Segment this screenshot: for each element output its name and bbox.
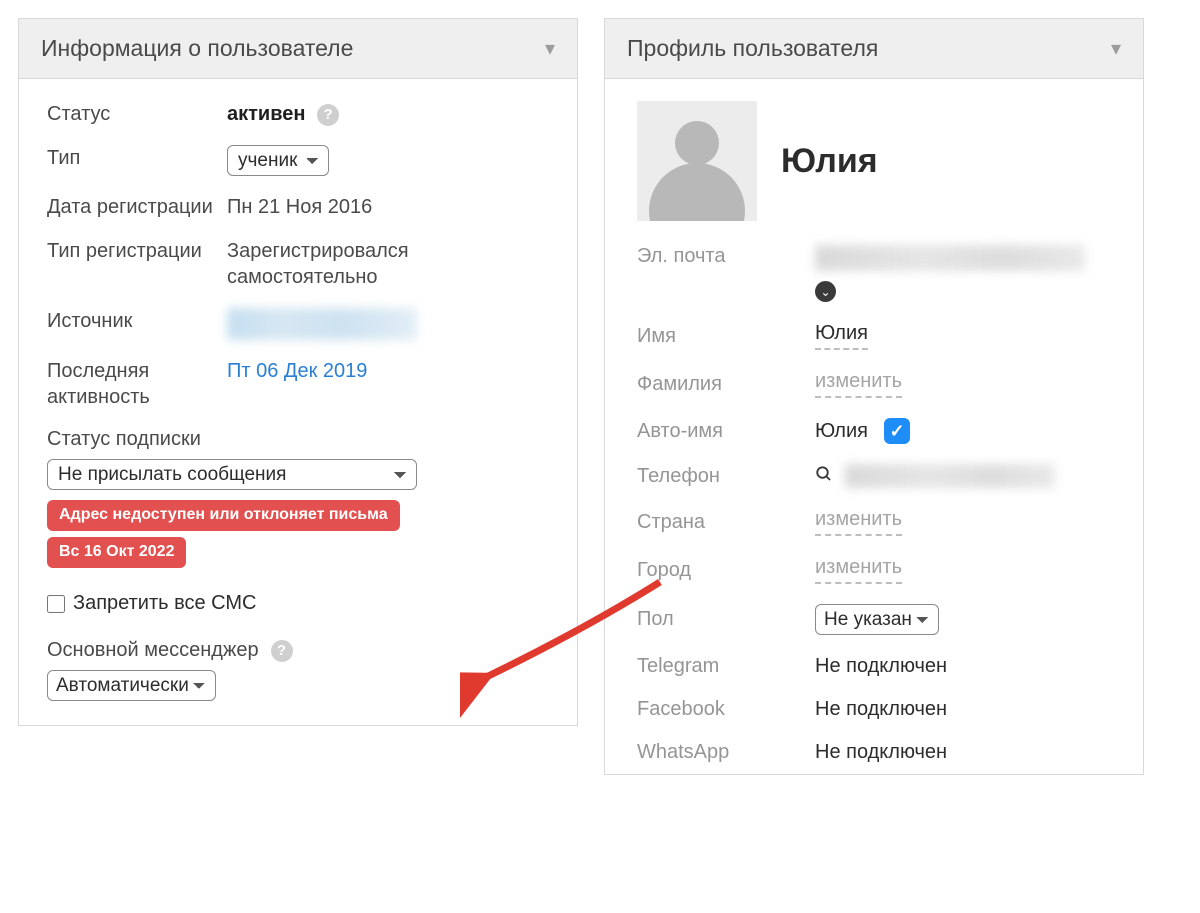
email-label: Эл. почта [637,245,807,268]
email-error-date-badge: Вс 16 Окт 2022 [47,537,186,568]
substatus-select[interactable]: Не присылать сообщения [47,459,417,490]
source-value-redacted [227,308,417,340]
help-icon[interactable]: ? [317,104,339,126]
whatsapp-value: Не подключен [815,741,947,764]
type-label: Тип [47,145,217,171]
autoname-checkbox[interactable]: ✓ [884,418,910,444]
user-info-title: Информация о пользователе [41,35,353,62]
source-label: Источник [47,308,217,334]
profile-name: Юлия [781,142,878,181]
regtype-label: Тип регистрации [47,238,217,264]
country-input[interactable]: изменить [815,508,902,536]
status-label: Статус [47,101,217,127]
expand-icon[interactable]: ⌄ [815,281,836,302]
autoname-label: Авто-имя [637,420,807,443]
regtype-value: Зарегистрировался самостоятельно [227,238,549,290]
substatus-label: Статус подписки [47,428,549,451]
regdate-value: Пн 21 Ноя 2016 [227,194,372,220]
gender-select[interactable]: Не указан [815,604,939,635]
autoname-value: Юлия [815,420,868,443]
facebook-label: Facebook [637,698,807,721]
avatar[interactable] [637,101,757,221]
regdate-label: Дата регистрации [47,194,217,220]
search-icon[interactable] [815,465,833,488]
telegram-value: Не подключен [815,655,947,678]
user-info-header[interactable]: Информация о пользователе ▾ [19,19,577,79]
chevron-down-icon: ▾ [1111,36,1121,61]
firstname-input[interactable]: Юлия [815,322,868,350]
user-profile-header[interactable]: Профиль пользователя ▾ [605,19,1143,79]
type-select[interactable]: ученик [227,145,329,176]
block-sms-label: Запретить все СМС [73,592,257,615]
user-profile-title: Профиль пользователя [627,35,878,62]
user-info-panel: Информация о пользователе ▾ Статус актив… [18,18,578,726]
phone-label: Телефон [637,465,807,488]
mainmsg-select[interactable]: Автоматически [47,670,216,701]
country-label: Страна [637,511,807,534]
chevron-down-icon: ▾ [545,36,555,61]
telegram-label: Telegram [637,655,807,678]
whatsapp-label: WhatsApp [637,741,807,764]
email-error-badge: Адрес недоступен или отклоняет письма [47,500,400,531]
city-label: Город [637,559,807,582]
facebook-value: Не подключен [815,698,947,721]
block-sms-checkbox[interactable] [47,595,65,613]
firstname-label: Имя [637,325,807,348]
lastact-label: Последняя активность [47,358,217,410]
status-value: активен [227,103,305,125]
user-profile-panel: Профиль пользователя ▾ Юлия Эл. почта ⌄ … [604,18,1144,775]
city-input[interactable]: изменить [815,556,902,584]
mainmsg-label: Основной мессенджер [47,639,259,662]
lastact-value[interactable]: Пт 06 Дек 2019 [227,358,367,384]
help-icon[interactable]: ? [271,640,293,662]
lastname-label: Фамилия [637,373,807,396]
lastname-input[interactable]: изменить [815,370,902,398]
phone-value-redacted [845,464,1055,488]
email-value-redacted [815,245,1085,271]
gender-label: Пол [637,608,807,631]
